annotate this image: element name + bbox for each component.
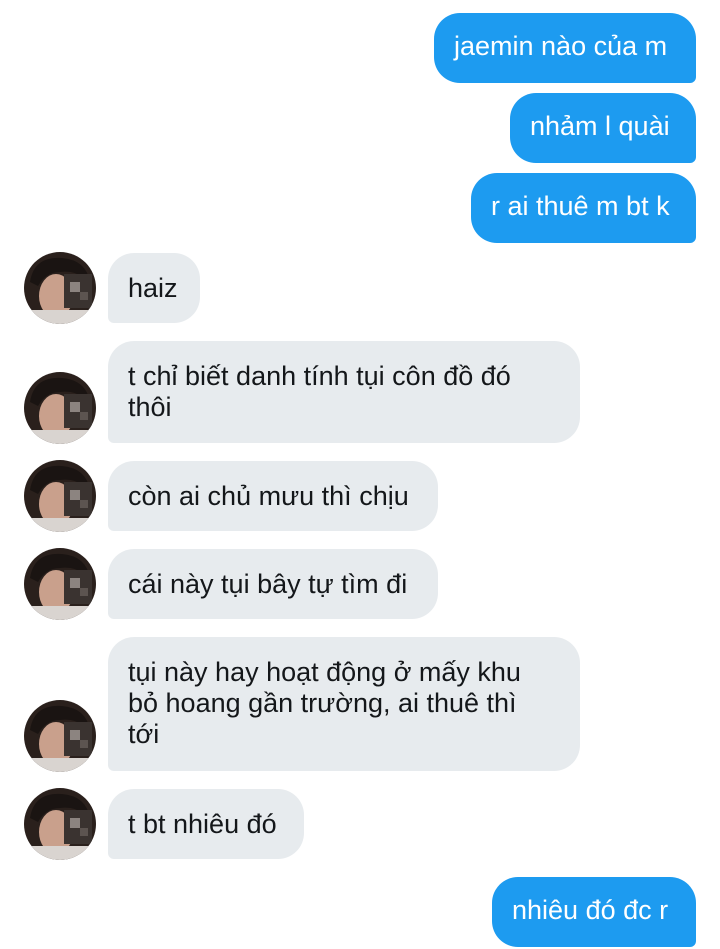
- contact-avatar[interactable]: [24, 460, 96, 532]
- message-text: jaemin nào của m: [454, 31, 668, 61]
- message-text-line: tụi này hay hoạt động ở mấy khu: [128, 657, 521, 687]
- received-message-bubble[interactable]: t chỉ biết danh tính tụi côn đồ đó thôi: [108, 341, 580, 443]
- received-message-bubble[interactable]: t bt nhiêu đó: [108, 789, 304, 859]
- message-text-line: bỏ hoang gần trường, ai thuê thì: [128, 688, 517, 718]
- avatar-photo-icon: [24, 460, 96, 532]
- contact-avatar[interactable]: [24, 700, 96, 772]
- sent-message-bubble[interactable]: nhảm l quài: [510, 93, 696, 163]
- message-text-line: thôi: [128, 392, 172, 422]
- sent-message-bubble[interactable]: r ai thuê m bt k: [471, 173, 696, 243]
- received-message-bubble[interactable]: haiz: [108, 253, 200, 323]
- avatar-photo-icon: [24, 548, 96, 620]
- contact-avatar[interactable]: [24, 788, 96, 860]
- message-text: còn ai chủ mưu thì chịu: [128, 481, 409, 511]
- sent-message-bubble[interactable]: nhiêu đó đc r: [492, 877, 696, 947]
- message-text-line: tới: [128, 719, 160, 749]
- message-text: haiz: [128, 273, 178, 303]
- received-message-bubble[interactable]: cái này tụi bây tự tìm đi: [108, 549, 438, 619]
- message-text: nhiêu đó đc r: [512, 895, 669, 925]
- avatar-photo-icon: [24, 788, 96, 860]
- avatar-photo-icon: [24, 252, 96, 324]
- message-text: r ai thuê m bt k: [491, 191, 670, 221]
- chat-thread: jaemin nào của m nhảm l quài r ai thuê m…: [0, 0, 720, 949]
- sent-message-bubble[interactable]: jaemin nào của m: [434, 13, 696, 83]
- received-message-bubble[interactable]: tụi này hay hoạt động ở mấy khu bỏ hoang…: [108, 637, 580, 771]
- avatar-photo-icon: [24, 700, 96, 772]
- message-text: nhảm l quài: [530, 111, 670, 141]
- contact-avatar[interactable]: [24, 548, 96, 620]
- message-text-line: t chỉ biết danh tính tụi côn đồ đó: [128, 361, 511, 391]
- contact-avatar[interactable]: [24, 372, 96, 444]
- contact-avatar[interactable]: [24, 252, 96, 324]
- message-text: t bt nhiêu đó: [128, 809, 277, 839]
- avatar-photo-icon: [24, 372, 96, 444]
- message-text: cái này tụi bây tự tìm đi: [128, 569, 408, 599]
- received-message-bubble[interactable]: còn ai chủ mưu thì chịu: [108, 461, 438, 531]
